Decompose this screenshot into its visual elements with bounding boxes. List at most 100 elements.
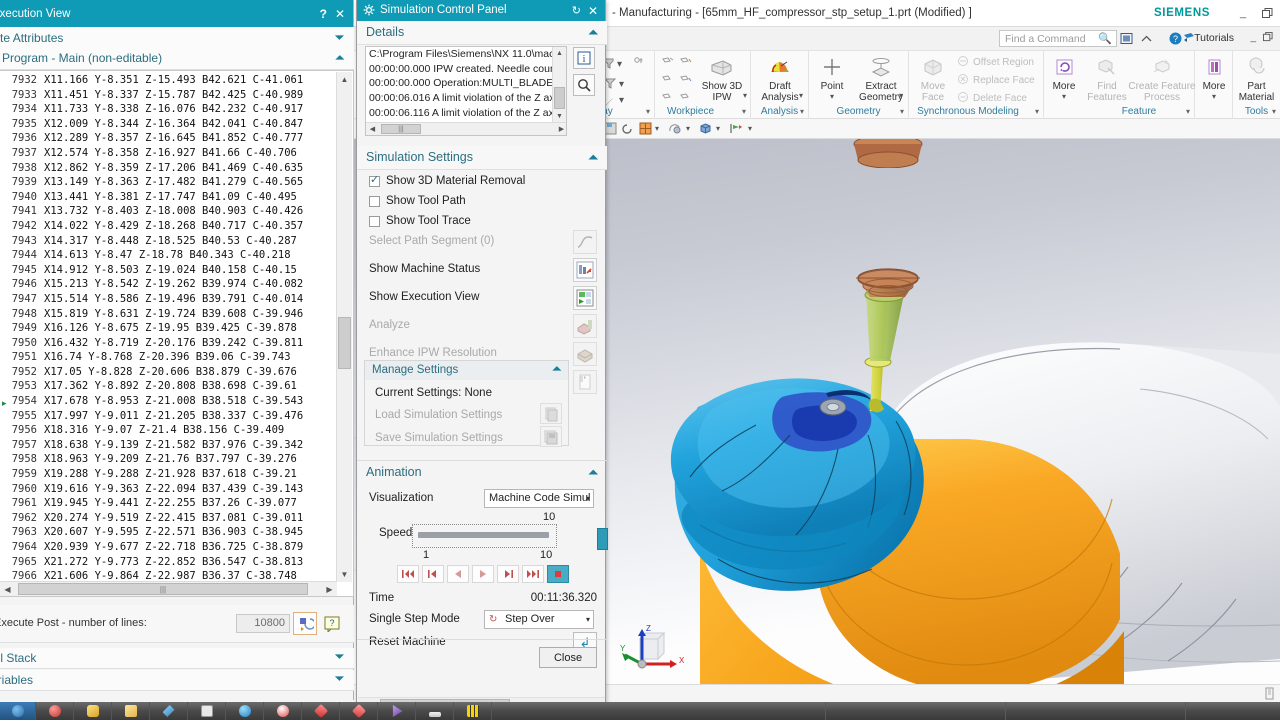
gcode-line[interactable]: 7935 X12.009 Y-8.344 Z-16.364 B42.041 C-4… bbox=[0, 117, 336, 132]
chevron-up-icon[interactable]: ⏶ bbox=[335, 52, 344, 65]
checkbox-icon[interactable] bbox=[369, 215, 380, 227]
taskbar-item-1[interactable] bbox=[36, 702, 74, 720]
gcode-line[interactable]: 7933 X11.451 Y-8.337 Z-15.787 B42.425 C-4… bbox=[0, 88, 336, 103]
option-show-machine-status[interactable]: Show Machine Status bbox=[369, 263, 480, 275]
details-horizontal-scrollbar[interactable]: ◀ ||| ▶ bbox=[366, 122, 566, 135]
taskbar-item-5[interactable] bbox=[188, 702, 226, 720]
close-button[interactable]: Close bbox=[539, 647, 597, 668]
more-sync-button[interactable]: More ▾ bbox=[1046, 53, 1082, 101]
option-show-execution-view[interactable]: Show Execution View bbox=[369, 291, 479, 303]
gcode-line[interactable]: 7955 X17.997 Y-9.011 Z-21.205 B38.337 C-3… bbox=[0, 409, 336, 424]
checkbox-icon[interactable] bbox=[369, 195, 380, 207]
close-icon[interactable]: ✕ bbox=[588, 4, 598, 18]
scrollbar-thumb[interactable] bbox=[338, 317, 351, 369]
workpiece-icon-4[interactable] bbox=[679, 74, 693, 90]
gcode-line[interactable]: 7944 X14.613 Y-8.47 Z-18.78 B40.343 C-40.… bbox=[0, 248, 336, 263]
scroll-up-arrow-icon[interactable]: ▲ bbox=[553, 47, 566, 60]
gcode-line[interactable]: 7950 X16.432 Y-8.719 Z-20.176 B39.242 C-3… bbox=[0, 336, 336, 351]
gcode-line[interactable]: 7936 X12.289 Y-8.357 Z-16.645 B41.852 C-4… bbox=[0, 131, 336, 146]
gcode-line[interactable]: 7962 X20.274 Y-9.519 Z-22.415 B37.081 C-3… bbox=[0, 511, 336, 526]
details-vertical-scrollbar[interactable]: ▲ ▼ bbox=[552, 47, 566, 123]
taskbar-item-2[interactable] bbox=[74, 702, 112, 720]
gcode-line[interactable]: 7942 X14.022 Y-8.429 Z-18.268 B40.717 C-4… bbox=[0, 219, 336, 234]
simulation-settings-button[interactable] bbox=[573, 370, 597, 394]
start-button[interactable] bbox=[0, 702, 36, 720]
option-select-path-segment[interactable]: Select Path Segment (0) bbox=[369, 235, 494, 247]
chevron-down-icon[interactable]: ⏷ bbox=[335, 651, 344, 664]
gcode-line[interactable]: 7940 X13.441 Y-8.381 Z-17.747 B41.09 C-40… bbox=[0, 190, 336, 205]
gcode-line[interactable]: 7954 X17.678 Y-8.953 Z-21.008 B38.518 C-3… bbox=[0, 394, 336, 409]
speed-slider-track[interactable] bbox=[418, 528, 608, 550]
gcode-horizontal-scrollbar[interactable]: ◀ ||| ▶ bbox=[0, 581, 337, 596]
gcode-line[interactable]: 7949 X16.126 Y-8.675 Z-19.95 B39.425 C-39… bbox=[0, 321, 336, 336]
scrollbar-thumb[interactable] bbox=[554, 87, 565, 109]
save-simulation-settings-label[interactable]: Save Simulation Settings bbox=[375, 432, 503, 444]
workpiece-icon-3[interactable] bbox=[661, 74, 675, 90]
gcode-line[interactable]: 7941 X13.732 Y-8.403 Z-18.008 B40.903 C-4… bbox=[0, 204, 336, 219]
chevron-down-icon[interactable]: ▾ bbox=[619, 79, 624, 90]
analyze-button[interactable] bbox=[573, 314, 597, 338]
gcode-line[interactable]: 7957 X18.638 Y-9.139 Z-21.582 B37.976 C-3… bbox=[0, 438, 336, 453]
chevron-down-icon[interactable]: ▾ bbox=[655, 124, 659, 133]
chevron-down-icon[interactable]: ▾ bbox=[748, 124, 752, 133]
load-simulation-settings-button[interactable] bbox=[540, 403, 562, 424]
taskbar-item-10[interactable] bbox=[378, 702, 416, 720]
gcode-line[interactable]: 7964 X20.939 Y-9.677 Z-22.718 B36.725 C-3… bbox=[0, 540, 336, 555]
scrollbar-thumb[interactable]: ||| bbox=[18, 583, 308, 595]
taskbar-item-6[interactable] bbox=[226, 702, 264, 720]
chevron-up-icon[interactable]: ⏶ bbox=[588, 465, 598, 480]
checkbox-show-3d-material-removal[interactable]: Show 3D Material Removal bbox=[369, 174, 525, 187]
chevron-down-icon[interactable]: ▾ bbox=[899, 91, 903, 100]
details-log-box[interactable]: C:\Program Files\Siemens\NX 11.0\mach\ 00… bbox=[365, 46, 567, 136]
step-forward-button[interactable] bbox=[497, 565, 519, 583]
window-minimize-button[interactable]: _ bbox=[1236, 6, 1250, 20]
taskbar-window-2[interactable] bbox=[1005, 702, 1185, 720]
ribbon-restore-button[interactable] bbox=[1263, 32, 1273, 45]
option-enhance-ipw-resolution[interactable]: Enhance IPW Resolution bbox=[369, 347, 497, 359]
show-3d-ipw-button[interactable]: Show 3D IPW bbox=[695, 53, 749, 103]
shading-icon[interactable] bbox=[668, 122, 682, 138]
gcode-line[interactable]: 7945 X14.912 Y-8.503 Z-19.024 B40.158 C-4… bbox=[0, 263, 336, 278]
taskbar-item-4[interactable] bbox=[150, 702, 188, 720]
load-simulation-settings-label[interactable]: Load Simulation Settings bbox=[375, 409, 502, 421]
nc-program-code-view[interactable]: 7932 X11.166 Y-8.351 Z-15.493 B42.621 C-4… bbox=[0, 70, 354, 597]
tutorials-label[interactable]: Tutorials bbox=[1194, 32, 1234, 44]
undo-icon[interactable] bbox=[621, 122, 634, 138]
speed-slider-thumb[interactable] bbox=[597, 528, 608, 550]
chevron-down-icon[interactable]: ▾ bbox=[619, 95, 624, 106]
checkbox-show-tool-path[interactable]: Show Tool Path bbox=[369, 195, 466, 207]
scroll-left-arrow-icon[interactable]: ◀ bbox=[366, 123, 379, 135]
details-info-button[interactable]: i bbox=[573, 47, 595, 69]
chevron-down-icon[interactable]: ▾ bbox=[799, 91, 803, 100]
close-icon[interactable]: ✕ bbox=[335, 7, 345, 21]
chevron-down-icon[interactable]: ▾ bbox=[1046, 92, 1082, 101]
chevron-down-icon[interactable]: ▾ bbox=[586, 615, 590, 624]
scrollbar-thumb[interactable]: ||| bbox=[381, 124, 421, 134]
scroll-down-arrow-icon[interactable]: ▼ bbox=[337, 567, 352, 582]
checkbox-icon[interactable] bbox=[369, 174, 380, 187]
scroll-up-arrow-icon[interactable]: ▲ bbox=[337, 72, 352, 87]
gcode-line[interactable]: 7932 X11.166 Y-8.351 Z-15.493 B42.621 C-4… bbox=[0, 73, 336, 88]
fast-forward-button[interactable] bbox=[522, 565, 544, 583]
ribbon-minimize-button[interactable]: _ bbox=[1250, 32, 1256, 43]
view-cube-icon[interactable] bbox=[699, 122, 712, 138]
display-misc-icon[interactable] bbox=[633, 56, 647, 73]
window-restore-button[interactable] bbox=[1260, 6, 1274, 20]
play-backward-button[interactable] bbox=[447, 565, 469, 583]
gcode-line[interactable]: 7959 X19.288 Y-9.288 Z-21.928 B37.618 C-3… bbox=[0, 467, 336, 482]
execute-post-lines-input[interactable]: 10800 bbox=[236, 614, 290, 633]
sync-group-expand[interactable]: ▾ bbox=[1035, 107, 1039, 116]
visualization-select[interactable]: Machine Code Simul ▾ bbox=[484, 489, 594, 508]
checkbox-show-tool-trace[interactable]: Show Tool Trace bbox=[369, 215, 471, 227]
chevron-up-icon[interactable]: ⏶ bbox=[552, 363, 561, 376]
scroll-right-arrow-icon[interactable]: ▶ bbox=[555, 123, 566, 135]
play-forward-button[interactable] bbox=[472, 565, 494, 583]
section-variables[interactable]: ariables ⏷ bbox=[0, 670, 354, 691]
search-icon[interactable]: 🔍 bbox=[1098, 32, 1112, 45]
taskbar-item-3[interactable] bbox=[112, 702, 150, 720]
gcode-line[interactable]: 7947 X15.514 Y-8.586 Z-19.496 B39.791 C-4… bbox=[0, 292, 336, 307]
reset-icon[interactable]: ↻ bbox=[572, 4, 581, 17]
taskbar-item-7[interactable] bbox=[264, 702, 302, 720]
chevron-down-icon[interactable]: ▾ bbox=[811, 92, 853, 101]
execute-post-help-button[interactable]: ? bbox=[320, 612, 344, 635]
